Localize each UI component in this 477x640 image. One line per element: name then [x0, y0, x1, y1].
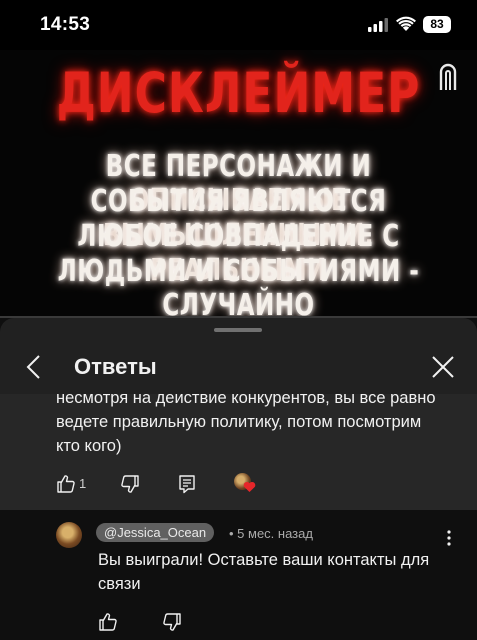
thumb-up-icon[interactable] [98, 612, 118, 632]
status-time: 14:53 [40, 14, 91, 35]
battery-indicator: 83 [423, 16, 451, 33]
like-count: 1 [79, 476, 87, 491]
reply-line: Вы выиграли! Оставьте ваши контакты для [98, 551, 430, 569]
comment-line: кто кого) [56, 437, 122, 455]
reply-timestamp: • 5 мес. назад [229, 526, 313, 541]
reply-comment-icon[interactable] [178, 474, 196, 494]
reply-author-badge[interactable]: @Jessica_Ocean [96, 523, 215, 542]
back-arrow-icon[interactable] [20, 352, 50, 382]
panel-title: Ответы [74, 354, 157, 379]
channel-logo-icon [439, 63, 457, 90]
parent-comment-actions: 1 [0, 470, 477, 500]
wifi-icon [396, 16, 416, 31]
comment-line: ведете правильную политику, потом посмот… [56, 413, 422, 431]
comment-line: несмотря на действие конкурентов, вы все… [56, 394, 436, 407]
thumb-up-icon[interactable] [56, 474, 76, 494]
video-text-line: ЛЮДЬМИ И СОБЫТИЯМИ - СЛУЧАЙНО [57, 255, 420, 318]
thumb-down-icon[interactable] [120, 474, 140, 494]
thumb-down-icon[interactable] [162, 612, 182, 632]
reply-line: связи [98, 575, 141, 593]
avatar[interactable] [56, 522, 82, 548]
video-title-text: ДИСКЛЕЙМЕР [56, 62, 421, 126]
more-options-icon[interactable] [443, 528, 455, 548]
drag-handle[interactable] [214, 328, 262, 332]
reply-text: Вы выиграли! Оставьте ваши контакты для … [98, 548, 448, 596]
close-icon[interactable] [428, 352, 458, 382]
heart-icon [243, 481, 256, 492]
cellular-signal-icon [368, 18, 388, 32]
video-player[interactable]: ДИСКЛЕЙМЕР ВСЕ ПЕРСОНАЖИ И ОПИСЫВАЕМЫЕ С… [0, 50, 477, 318]
parent-comment-text: несмотря на действие конкурентов, вы все… [56, 394, 456, 458]
creator-heart-badge [234, 473, 256, 495]
